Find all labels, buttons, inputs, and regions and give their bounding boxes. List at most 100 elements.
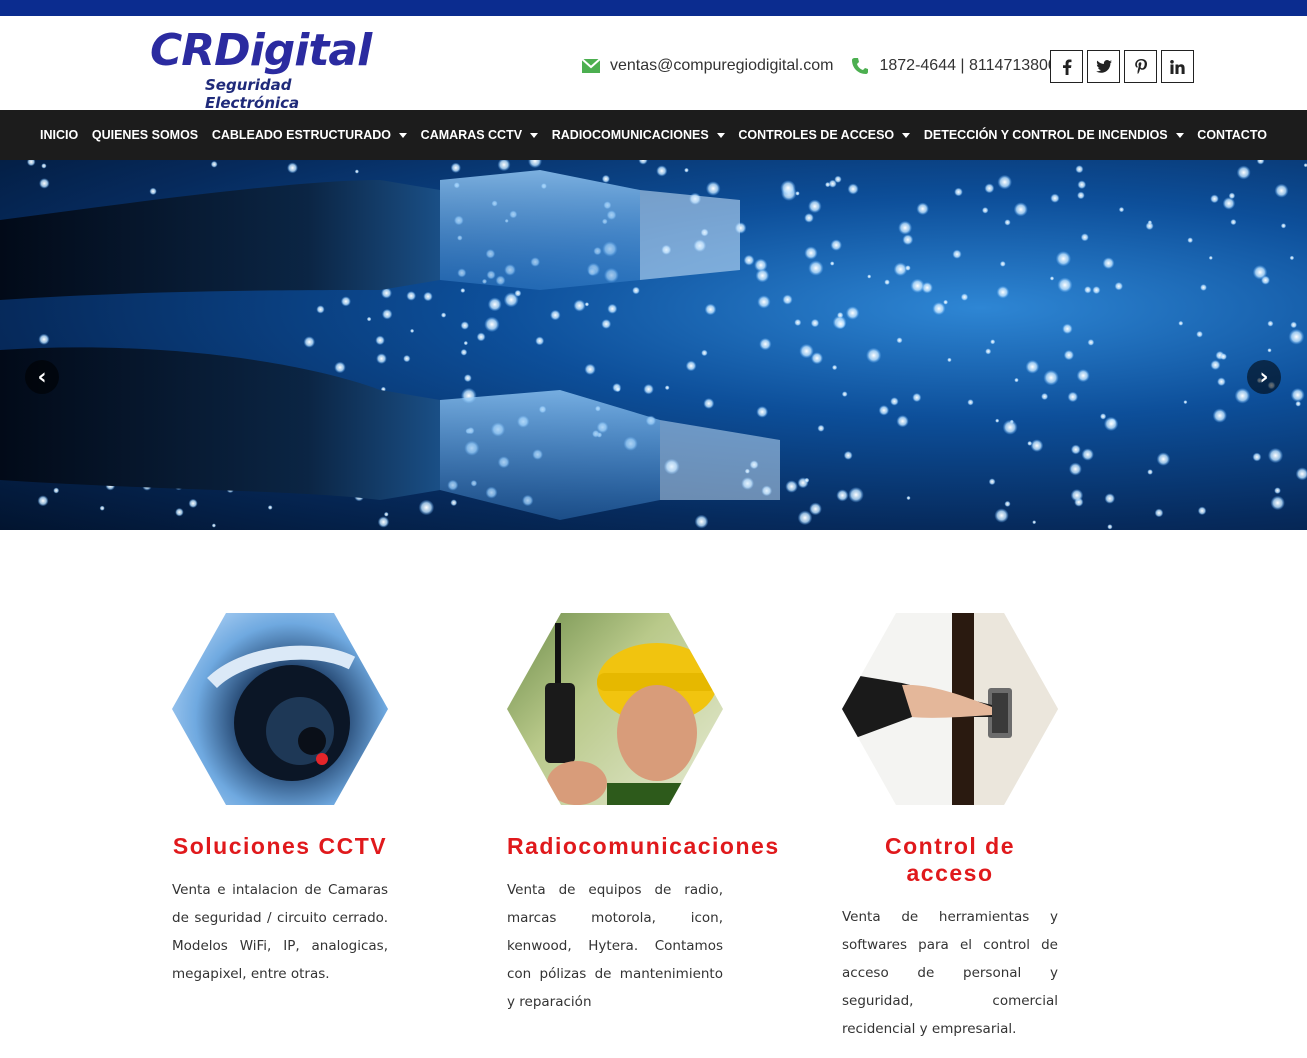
fiber-light-dot bbox=[366, 316, 372, 322]
fiber-light-dot bbox=[1295, 467, 1307, 481]
fiber-light-dot bbox=[1070, 444, 1081, 455]
fiber-light-dot bbox=[916, 202, 929, 216]
fiber-light-dot bbox=[1197, 506, 1207, 516]
nav-quienes-somos[interactable]: QUIENES SOMOS bbox=[92, 128, 198, 142]
fiber-light-dot bbox=[1230, 219, 1237, 226]
feature-description: Venta de herramientas y softwares para e… bbox=[842, 909, 1058, 1037]
fiber-light-dot bbox=[1208, 255, 1213, 260]
fiber-light-dot bbox=[99, 505, 105, 511]
fiber-light-dot bbox=[664, 385, 670, 391]
fiber-light-dot bbox=[1274, 487, 1281, 494]
radio-worker-image bbox=[507, 613, 723, 805]
fiber-light-dot bbox=[1049, 276, 1055, 281]
fiber-light-dot bbox=[484, 316, 500, 333]
fiber-light-dot bbox=[381, 308, 393, 320]
fiber-light-dot bbox=[460, 321, 470, 330]
fiber-light-dot bbox=[810, 352, 824, 365]
nav-controles-de-acceso[interactable]: CONTROLES DE ACCESO bbox=[738, 128, 911, 142]
features-section: Soluciones CCTV Venta e intalacion de Ca… bbox=[0, 530, 1307, 1058]
logo-tagline: Seguridad Electrónica bbox=[205, 76, 300, 112]
fiber-light-dot bbox=[41, 163, 47, 169]
fiber-light-dot bbox=[514, 289, 522, 297]
email-address[interactable]: ventas@compuregiodigital.com bbox=[610, 57, 833, 75]
fiber-light-dot bbox=[487, 297, 502, 312]
fiber-light-dot bbox=[26, 160, 36, 167]
fiber-light-dot bbox=[1077, 180, 1087, 190]
nav-inicio[interactable]: INICIO bbox=[40, 128, 78, 142]
fiber-light-dot bbox=[988, 478, 996, 486]
envelope-icon bbox=[582, 59, 600, 73]
fiber-light-dot bbox=[808, 199, 822, 214]
cctv-camera-image bbox=[172, 613, 388, 805]
fiber-light-dot bbox=[550, 309, 561, 321]
fiber-light-dot bbox=[1032, 520, 1037, 525]
fiber-light-dot bbox=[995, 418, 1000, 423]
nav-camaras-cctv[interactable]: CAMARAS CCTV bbox=[421, 128, 539, 142]
caret-down-icon bbox=[716, 132, 725, 138]
main-navigation: INICIO QUIENES SOMOS CABLEADO ESTRUCTURA… bbox=[0, 110, 1307, 160]
feature-description: Venta de equipos de radio, marcas motoro… bbox=[507, 882, 723, 1010]
nav-radiocomunicaciones[interactable]: RADIOCOMUNICACIONES bbox=[552, 128, 725, 142]
fiber-light-dot bbox=[808, 260, 824, 276]
fiber-light-dot bbox=[829, 261, 835, 266]
fiber-light-dot bbox=[1270, 495, 1285, 511]
fiber-light-dot bbox=[1252, 265, 1268, 280]
pinterest-icon[interactable] bbox=[1124, 50, 1157, 83]
fiber-light-dot bbox=[1043, 369, 1059, 386]
fiber-light-dot bbox=[780, 180, 796, 196]
nav-cableado-estructurado[interactable]: CABLEADO ESTRUCTURADO bbox=[212, 128, 407, 142]
nav-label: CONTROLES DE ACCESO bbox=[738, 128, 895, 142]
fiber-light-dot bbox=[990, 339, 996, 345]
fiber-light-dot bbox=[1118, 206, 1125, 213]
slider-prev-button[interactable]: ‹ bbox=[25, 360, 59, 394]
fiber-light-dot bbox=[804, 246, 818, 260]
nav-label: CONTACTO bbox=[1197, 128, 1267, 142]
nav-contacto[interactable]: CONTACTO bbox=[1197, 128, 1267, 142]
fiber-light-dot bbox=[947, 357, 952, 363]
fiber-light-dot bbox=[685, 360, 697, 372]
fiber-light-dot bbox=[836, 311, 844, 319]
fiber-light-dot bbox=[1178, 320, 1184, 326]
fiber-light-dot bbox=[985, 348, 992, 355]
fiber-light-dot bbox=[1187, 237, 1194, 244]
nav-label: INICIO bbox=[40, 128, 79, 142]
fiber-light-dot bbox=[898, 220, 913, 235]
feature-description: Venta e intalacion de Camaras de segurid… bbox=[172, 882, 388, 982]
nav-deteccion-incendios[interactable]: DETECCIÓN Y CONTROL DE INCENDIOS bbox=[924, 128, 1184, 142]
caret-down-icon bbox=[1175, 132, 1184, 138]
fiber-light-dot bbox=[994, 508, 1009, 523]
fiber-light-dot bbox=[804, 477, 810, 483]
fiber-light-dot bbox=[759, 337, 772, 351]
fiber-light-dot bbox=[1068, 462, 1082, 476]
email-contact[interactable]: ventas@compuregiodigital.com bbox=[582, 57, 833, 75]
logo-wordmark: CRDigital bbox=[150, 25, 372, 76]
fiber-light-dot bbox=[797, 510, 813, 526]
fiber-light-dot bbox=[1217, 377, 1226, 387]
nav-label: CABLEADO ESTRUCTURADO bbox=[211, 128, 391, 142]
fiber-light-dot bbox=[836, 489, 849, 502]
fiber-light-dot bbox=[1107, 524, 1113, 530]
fiber-light-dot bbox=[1295, 400, 1302, 407]
fiber-light-dot bbox=[932, 302, 946, 316]
site-logo[interactable]: CRDigital Seguridad Electrónica bbox=[150, 25, 390, 113]
fiber-light-dot bbox=[1290, 321, 1298, 329]
phone-contact[interactable]: 1872-4644 | 8114713800 bbox=[851, 57, 1057, 75]
linkedin-icon[interactable] bbox=[1161, 50, 1194, 83]
fiber-light-dot bbox=[303, 336, 316, 348]
twitter-icon[interactable] bbox=[1087, 50, 1120, 83]
feature-radio: Radiocomunicaciones Venta de equipos de … bbox=[507, 613, 778, 1016]
fiber-light-dot bbox=[1154, 508, 1164, 518]
fiber-light-dot bbox=[418, 499, 435, 516]
fiber-light-dot bbox=[1004, 219, 1011, 226]
fiber-light-dot bbox=[996, 285, 1010, 299]
fiber-light-dot bbox=[1057, 277, 1073, 293]
fiber-light-dot bbox=[785, 480, 798, 493]
slider-next-button[interactable]: › bbox=[1247, 360, 1281, 394]
fiber-light-dot bbox=[906, 495, 911, 501]
fiber-light-dot bbox=[843, 450, 853, 460]
fiber-light-dot bbox=[601, 174, 611, 183]
fiber-light-dot bbox=[1156, 452, 1171, 466]
facebook-icon[interactable] bbox=[1050, 50, 1083, 83]
fiber-light-dot bbox=[1055, 251, 1072, 267]
fiber-light-dot bbox=[53, 487, 60, 494]
